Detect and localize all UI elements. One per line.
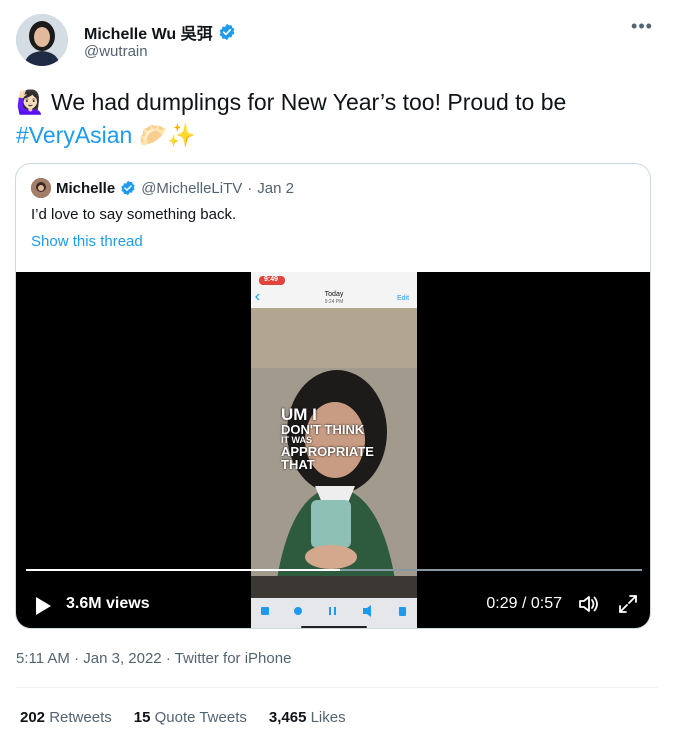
dot-separator: · (247, 179, 253, 197)
likes-stat[interactable]: 3,465 Likes (269, 709, 346, 726)
phone-clock: 9:49 (264, 276, 279, 283)
fullscreen-icon[interactable] (616, 592, 640, 616)
hashtag-link[interactable]: #VeryAsian (16, 122, 132, 148)
quoted-tweet[interactable]: Michelle @MichelleLiTV · Jan 2 I’d love … (15, 163, 651, 629)
avatar-image (16, 14, 68, 66)
verified-badge-icon (219, 23, 235, 41)
video-time: 0:29 / 0:57 (486, 595, 562, 612)
quoted-date[interactable]: Jan 2 (257, 180, 294, 197)
video-frame: 9:49 Today 9:24 PM Edit UM I DON'T THINK… (251, 272, 417, 628)
video-controls: 3.6M views 0:29 / 0:57 (16, 584, 650, 624)
quote-tweets-stat[interactable]: 15 Quote Tweets (134, 709, 247, 726)
author-name[interactable]: Michelle Wu 吳弭 (84, 20, 213, 44)
video-player[interactable]: 9:49 Today 9:24 PM Edit UM I DON'T THINK… (16, 272, 650, 628)
video-progress-fill (26, 569, 341, 571)
quoted-header: Michelle @MichelleLiTV · Jan 2 (31, 178, 294, 198)
more-options-icon[interactable]: ••• (626, 16, 658, 40)
phone-title: Today (324, 291, 344, 298)
video-caption: UM I DON'T THINK IT WAS APPROPRIATE THAT (281, 405, 374, 472)
verified-badge-icon (121, 180, 135, 196)
phone-subtitle: 9:24 PM (324, 299, 344, 305)
tweet-timestamp[interactable]: 5:11 AM · Jan 3, 2022 · Twitter for iPho… (16, 650, 291, 667)
play-icon[interactable] (34, 596, 52, 616)
quoted-text: I’d love to say something back. (31, 206, 237, 223)
divider (16, 687, 658, 688)
dumpling-sparkles-emoji: 🥟✨ (138, 123, 197, 149)
volume-icon[interactable] (576, 592, 600, 616)
phone-edit: Edit (397, 295, 410, 302)
raising-hand-emoji: 🙋🏻‍♀️ (16, 90, 45, 116)
engagement-stats: 202 Retweets 15 Quote Tweets 3,465 Likes (20, 709, 346, 726)
author-handle[interactable]: @wutrain (84, 43, 148, 60)
author-avatar[interactable] (16, 14, 68, 66)
author-name-row[interactable]: Michelle Wu 吳弭 (84, 20, 236, 44)
quoted-avatar[interactable] (31, 178, 51, 198)
quoted-author-name[interactable]: Michelle (56, 180, 115, 197)
tweet-body: We had dumplings for New Year’s too! Pro… (51, 89, 567, 115)
retweets-stat[interactable]: 202 Retweets (20, 709, 112, 726)
view-count: 3.6M views (66, 595, 150, 612)
show-thread-link[interactable]: Show this thread (31, 233, 143, 250)
tweet-text: 🙋🏻‍♀️ We had dumplings for New Year’s to… (16, 86, 656, 152)
video-progress-bar[interactable] (26, 569, 642, 571)
quoted-handle[interactable]: @MichelleLiTV (141, 180, 242, 197)
